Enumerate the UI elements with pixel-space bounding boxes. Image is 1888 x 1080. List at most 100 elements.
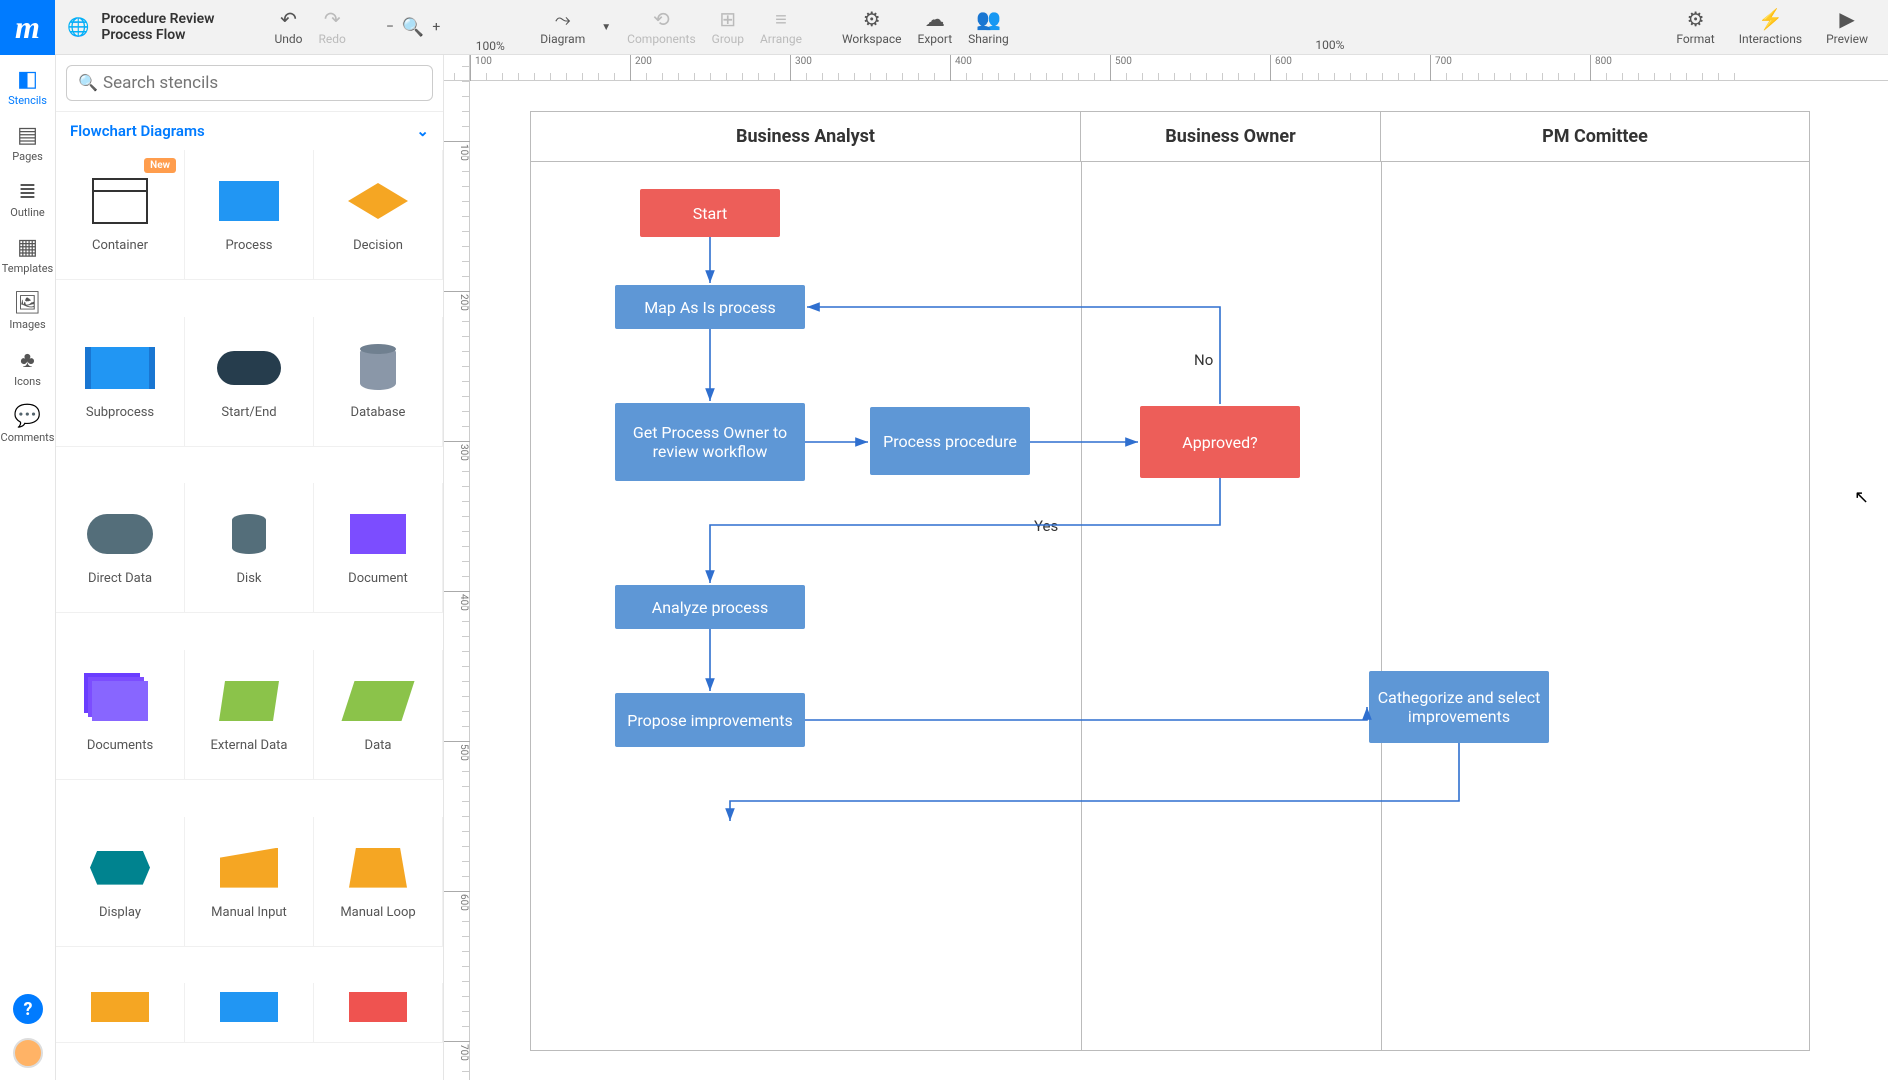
diagram-icon: ⤳ [555,8,571,30]
stencil-shape [343,343,413,393]
stencil-container[interactable]: New Container [56,150,185,280]
search-input[interactable] [66,65,433,101]
lane-label: Business Analyst [736,126,875,147]
stencil-partial[interactable] [56,983,185,1043]
stencil-subprocess[interactable]: Subprocess [56,317,185,447]
rail-label: Templates [2,262,53,275]
stencil-data[interactable]: Data [314,650,443,780]
stencil-documents[interactable]: Documents [56,650,185,780]
lane-label: Business Owner [1165,126,1295,147]
node-label: Start [693,204,727,223]
document-title[interactable]: Procedure Review Process Flow [101,11,214,43]
rail-item-comments[interactable]: 💬 Comments [0,400,55,448]
stencil-database[interactable]: Database [314,317,443,447]
node-approved[interactable]: Approved? [1140,406,1300,478]
stencil-shape [85,509,155,559]
rail-icon: ◧ [17,67,38,92]
user-avatar[interactable] [13,1038,43,1068]
undo-button[interactable]: ↶Undo [274,8,302,46]
help-button[interactable]: ? [13,994,43,1024]
rail-item-templates[interactable]: ▦ Templates [0,231,55,279]
rail-item-images[interactable]: 🖼Images [0,287,55,335]
stencil-display[interactable]: Display [56,817,185,947]
node-label: Analyze process [652,598,768,617]
stencil-shape [214,509,284,559]
node-get[interactable]: Get Process Owner to review workflow [615,403,805,481]
rail-item-pages[interactable]: ▤Pages [0,119,55,167]
stencil-disk[interactable]: Disk [185,483,314,613]
stencil-label: Process [225,238,272,253]
stencil-shape [85,343,155,393]
node-cathegorize[interactable]: Cathegorize and select improvements [1369,671,1549,743]
stencil-direct-data[interactable]: Direct Data [56,483,185,613]
canvas-area[interactable]: 100200300400500600700800 100200300400500… [444,55,1888,1080]
rail-label: Stencils [8,94,47,107]
sharing-icon: 👥 [976,8,1001,30]
stencil-category-header[interactable]: Flowchart Diagrams ⌄ [56,112,443,150]
stencil-partial[interactable] [185,983,314,1043]
zoom-out-icon[interactable]: − [386,19,394,35]
stencil-shape [343,509,413,559]
rail-icon: 💬 [14,404,41,429]
new-badge: New [144,158,176,173]
export-icon: ☁ [925,8,945,30]
rail-label: Icons [14,375,41,388]
edge-label-no: No [1190,351,1217,369]
node-label: Propose improvements [627,711,792,730]
stencil-decision[interactable]: Decision [314,150,443,280]
canvas[interactable]: Business Analyst Business Owner PM Comit… [470,81,1888,1080]
stencil-external-data[interactable]: External Data [185,650,314,780]
stencil-partial[interactable] [314,983,443,1043]
zoom-control[interactable]: − 🔍 + 100% [366,17,460,38]
stencil-shape [343,843,413,893]
node-start[interactable]: Start [640,189,780,237]
swimlane-container[interactable]: Business Analyst Business Owner PM Comit… [530,111,1810,1051]
stencil-label: External Data [211,738,288,753]
mouse-cursor-icon: ↖ [1854,487,1869,508]
rail-item-outline[interactable]: ≣Outline [0,175,55,223]
redo-button[interactable]: ↷Redo [319,8,346,46]
doc-title-line2: Process Flow [101,27,214,43]
stencil-manual-loop[interactable]: Manual Loop [314,817,443,947]
stencil-start-end[interactable]: Start/End [185,317,314,447]
stencil-process[interactable]: Process [185,150,314,280]
node-map[interactable]: Map As Is process [615,285,805,329]
node-propose[interactable]: Propose improvements [615,693,805,747]
stencil-label: Disk [237,571,262,586]
stencil-label: Manual Input [211,905,287,920]
node-analyze[interactable]: Analyze process [615,585,805,629]
node-label: Get Process Owner to review workflow [621,423,799,461]
redo-label: Redo [319,32,346,46]
stencil-panel: Flowchart Diagrams ⌄ New Container Process… [56,55,444,1080]
rail-label: Pages [12,150,43,163]
rail-icon: ▦ [17,235,38,260]
rail-item-icons[interactable]: ♣Icons [0,343,55,392]
rail-label: Comments [1,431,55,444]
zoom-in-icon[interactable]: + [432,19,440,35]
rail-icon: 🖼 [14,291,42,316]
stencil-label: Direct Data [88,571,152,586]
stencil-document[interactable]: Document [314,483,443,613]
workspace-icon: ⚙ [863,8,881,30]
stencil-label: Documents [87,738,153,753]
format-icon: ⚙ [1687,8,1705,30]
components-icon: ⟲ [653,8,670,30]
lane-header-2[interactable]: PM Comittee [1381,112,1809,162]
preview-icon: ▶ [1839,8,1854,30]
rail-item-stencils[interactable]: ◧ Stencils [0,63,55,111]
stencil-label: Document [348,571,408,586]
stencil-manual-input[interactable]: Manual Input [185,817,314,947]
doc-title-line1: Procedure Review [101,11,214,27]
app-logo[interactable]: m [0,0,55,55]
stencil-label: Container [92,238,148,253]
node-process-procedure[interactable]: Process procedure [870,407,1030,475]
node-label: Cathegorize and select improvements [1375,688,1543,726]
diagram-dropdown-icon[interactable]: ▼ [601,22,611,33]
stencil-shape [343,676,413,726]
chevron-down-icon: ⌄ [416,122,429,140]
lane-header-1[interactable]: Business Owner [1081,112,1381,162]
lane-header-0[interactable]: Business Analyst [531,112,1081,162]
globe-icon[interactable]: 🌐 [67,17,89,38]
stencil-grid: New Container Process Decision SubprocessSta… [56,150,443,1080]
node-label: Process procedure [883,432,1017,451]
